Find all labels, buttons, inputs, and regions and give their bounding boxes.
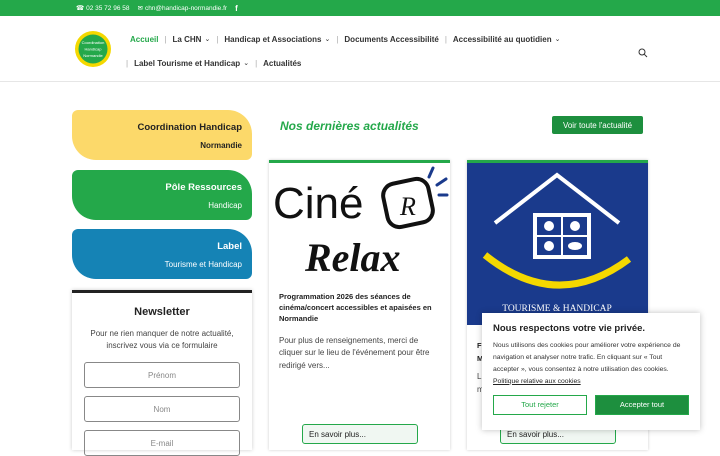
nav-handicap-associations[interactable]: Handicap et Associations ⌄ bbox=[224, 35, 330, 44]
newsletter-box: Newsletter Pour ne rien manquer de notre… bbox=[72, 290, 252, 456]
cookie-buttons: Tout rejeter Accepter tout bbox=[493, 394, 689, 415]
cine-text: Ciné bbox=[273, 179, 364, 228]
all-news-button[interactable]: Voir toute l'actualité bbox=[552, 116, 643, 134]
chevron-down-icon: ⌄ bbox=[204, 36, 211, 43]
card-coordination-handicap[interactable]: Coordination Handicap Normandie bbox=[72, 110, 252, 160]
card-label-tourisme[interactable]: Label Tourisme et Handicap bbox=[72, 229, 252, 279]
nav-accueil[interactable]: Accueil bbox=[130, 35, 158, 44]
newsletter-title: Newsletter bbox=[134, 306, 190, 318]
cookie-title: Nous respectons votre vie privée. bbox=[493, 323, 646, 334]
nav-actualites[interactable]: Actualités bbox=[263, 59, 301, 68]
news-heading: Nos dernières actualités bbox=[280, 119, 419, 133]
phone-contact[interactable]: ☎ 02 35 72 96 58 bbox=[76, 4, 129, 13]
site-header: Coordination Handicap Normandie Accueil … bbox=[0, 16, 720, 82]
post-image-tourisme-handicap[interactable]: TOURISME & HANDICAP bbox=[467, 163, 648, 325]
card-pole-ressources[interactable]: Pôle Ressources Handicap bbox=[72, 170, 252, 220]
reject-all-button[interactable]: Tout rejeter bbox=[493, 394, 587, 415]
post-excerpt: Pour plus de renseignements, merci de cl… bbox=[279, 335, 430, 371]
email-input[interactable]: E-mail bbox=[84, 430, 240, 456]
cookie-text: Nous utilisons des cookies pour améliore… bbox=[493, 342, 681, 385]
cookie-policy-link[interactable]: Politique relative aux cookies bbox=[493, 378, 581, 385]
top-bar: ☎ 02 35 72 96 58 ✉ chn@handicap-normandi… bbox=[0, 0, 720, 16]
newsletter-text: Pour ne rien manquer de notre actualité,… bbox=[90, 329, 234, 350]
nav-separator: | bbox=[336, 34, 339, 44]
nav-label-tourisme[interactable]: Label Tourisme et Handicap ⌄ bbox=[134, 59, 249, 68]
chevron-down-icon: ⌄ bbox=[243, 60, 250, 67]
nav-accessibilite-quotidien[interactable]: Accessibilité au quotidien ⌄ bbox=[453, 35, 561, 44]
firstname-input[interactable]: Prénom bbox=[84, 362, 240, 388]
news-post: Ciné R Relax Programmation 2026 des séan… bbox=[269, 160, 450, 450]
nav-separator: | bbox=[216, 34, 219, 44]
post-image-cine-relax[interactable]: Ciné R Relax bbox=[269, 163, 450, 278]
mail-icon: ✉ bbox=[137, 5, 143, 12]
nav-la-chn[interactable]: La CHN ⌄ bbox=[173, 35, 211, 44]
logo-line-2: Handicap bbox=[85, 47, 103, 52]
nav-separator: | bbox=[444, 34, 447, 44]
chevron-down-icon: ⌄ bbox=[554, 36, 561, 43]
search-icon[interactable] bbox=[638, 48, 648, 58]
site-logo[interactable]: Coordination Handicap Normandie bbox=[72, 30, 114, 68]
read-more-button[interactable]: En savoir plus... bbox=[302, 424, 418, 444]
logo-line-3: Normandie bbox=[83, 53, 103, 58]
nav-documents-accessibilite[interactable]: Documents Accessibilité bbox=[344, 35, 438, 44]
nav-separator: | bbox=[255, 58, 258, 68]
main-nav-row-2: | Label Tourisme et Handicap ⌄ | Actualit… bbox=[126, 56, 301, 70]
logo-line-1: Coordination bbox=[82, 40, 105, 45]
phone-icon: ☎ bbox=[76, 5, 85, 12]
accept-all-button[interactable]: Accepter tout bbox=[595, 394, 689, 415]
post-title[interactable]: Programmation 2026 des séances de cinéma… bbox=[279, 292, 440, 325]
facebook-icon[interactable]: f bbox=[235, 4, 238, 13]
nav-separator: | bbox=[164, 34, 167, 44]
chevron-down-icon: ⌄ bbox=[324, 36, 331, 43]
relax-text: Relax bbox=[304, 235, 401, 278]
cine-badge-text: R bbox=[399, 192, 416, 221]
main-nav-row-1: Accueil | La CHN ⌄ | Handicap et Associat… bbox=[130, 32, 560, 46]
cookie-banner: Nous respectons votre vie privée. Nous u… bbox=[482, 313, 700, 430]
nav-separator: | bbox=[126, 58, 129, 68]
lastname-input[interactable]: Nom bbox=[84, 396, 240, 422]
email-contact[interactable]: ✉ chn@handicap-normandie.fr bbox=[137, 4, 227, 13]
